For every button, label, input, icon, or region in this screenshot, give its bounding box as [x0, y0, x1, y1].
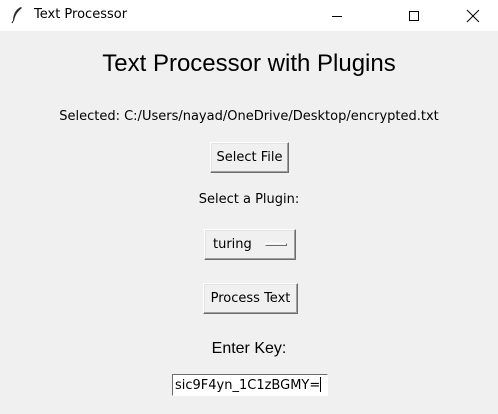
close-icon [466, 9, 480, 22]
minimize-icon [332, 15, 342, 17]
plugin-select[interactable]: turing [204, 229, 296, 260]
page-title: Text Processor with Plugins [102, 50, 396, 77]
text-caret [320, 377, 322, 392]
title-bar: Text Processor [0, 0, 498, 31]
plugin-label: Select a Plugin: [198, 192, 300, 207]
maximize-icon [409, 10, 419, 21]
close-button[interactable] [450, 0, 496, 31]
window-title: Text Processor [34, 7, 128, 22]
key-label: Enter Key: [211, 340, 287, 357]
feather-icon [10, 6, 24, 24]
minimize-button[interactable] [314, 0, 360, 31]
maximize-button[interactable] [391, 0, 437, 31]
process-text-button[interactable]: Process Text [203, 283, 298, 314]
key-input[interactable]: sic9F4yn_1C1zBGMY= [172, 374, 328, 396]
plugin-select-value: turing [213, 237, 252, 252]
select-file-button[interactable]: Select File [210, 142, 289, 173]
key-input-value: sic9F4yn_1C1zBGMY= [175, 378, 321, 393]
selected-file-label: Selected: C:/Users/nayad/OneDrive/Deskto… [59, 109, 439, 124]
dropdown-indicator-icon [265, 243, 287, 246]
